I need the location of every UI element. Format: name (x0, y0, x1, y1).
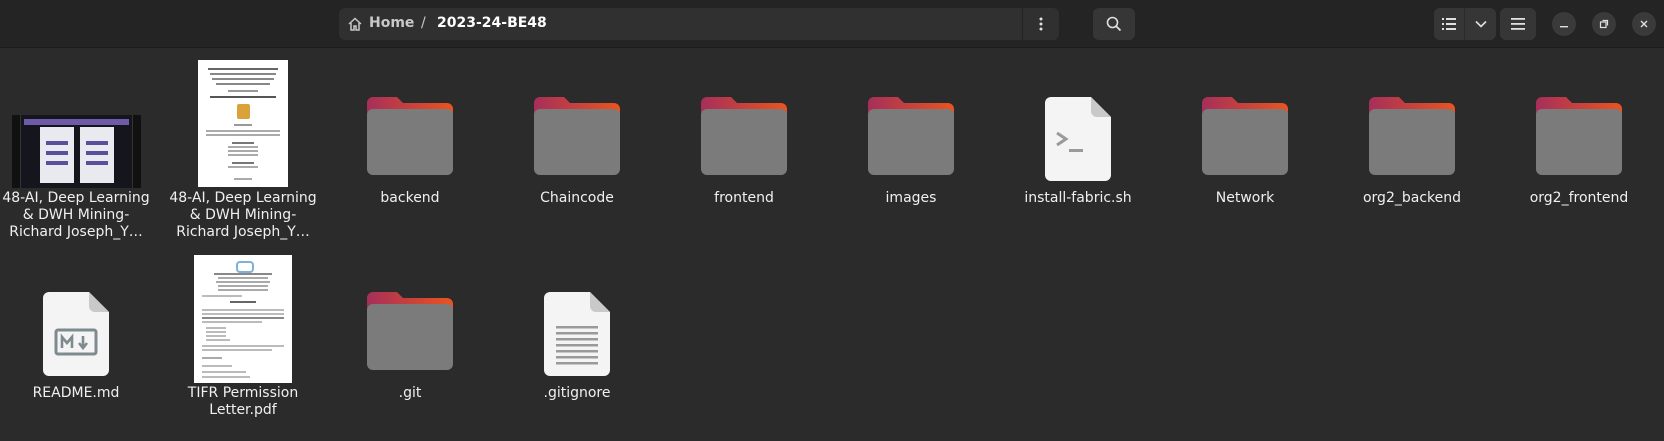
search-icon (1106, 16, 1122, 32)
path-bar[interactable]: Home / 2023-24-BE48 (339, 8, 1059, 40)
minimize-button[interactable] (1552, 12, 1576, 36)
close-button[interactable] (1632, 12, 1656, 36)
file-label-line: TIFR Permission (187, 385, 299, 401)
search-button[interactable] (1093, 8, 1135, 40)
close-icon (1640, 20, 1648, 28)
kebab-menu-icon (1039, 17, 1043, 31)
file-label: .gitignore (543, 385, 611, 401)
file-label: README.md (32, 385, 120, 401)
folder-item-org2-backend[interactable]: org2_backend (1337, 50, 1487, 210)
folder-item-chaincode[interactable]: Chaincode (502, 50, 652, 210)
file-label: install-fabric.sh (1024, 190, 1132, 206)
file-item-tifr-letter[interactable]: TIFR Permission Letter.pdf (168, 245, 318, 418)
file-label: org2_backend (1362, 190, 1461, 206)
pdf-thumbnail (194, 255, 292, 383)
folder-icon (1536, 97, 1622, 175)
file-label-line: & DWH Mining- (22, 207, 130, 223)
file-label: TIFR Permission Letter.pdf (168, 385, 318, 419)
pdf-thumbnail (198, 60, 288, 187)
file-label-line: & DWH Mining- (189, 207, 297, 223)
folder-item-images[interactable]: images (836, 50, 986, 210)
breadcrumb-home[interactable]: Home (369, 15, 414, 31)
file-label: 48-AI, Deep Learning & DWH Mining- Richa… (168, 190, 318, 241)
folder-item-backend[interactable]: backend (335, 50, 485, 210)
terminal-script-icon (1045, 97, 1111, 181)
folder-icon (701, 97, 787, 175)
folder-icon (1369, 97, 1455, 175)
file-label: images (885, 190, 937, 206)
file-label: backend (380, 190, 440, 206)
file-label-line: Richard Joseph_Y… (9, 224, 143, 240)
folder-item-frontend[interactable]: frontend (669, 50, 819, 210)
list-view-button[interactable] (1434, 8, 1464, 40)
file-label: Chaincode (540, 190, 614, 206)
folder-icon (367, 292, 453, 370)
breadcrumb-current-folder[interactable]: 2023-24-BE48 (437, 15, 547, 31)
file-item-pdf[interactable]: 48-AI, Deep Learning & DWH Mining- Richa… (168, 50, 318, 250)
folder-icon (534, 97, 620, 175)
folder-icon (367, 97, 453, 175)
minimize-icon (1560, 26, 1568, 28)
text-file-icon (544, 292, 610, 376)
folder-icon (868, 97, 954, 175)
video-thumbnail (12, 115, 141, 188)
header-bar: Home / 2023-24-BE48 (0, 0, 1664, 48)
main-menu-button[interactable] (1500, 8, 1536, 40)
file-label: org2_frontend (1529, 190, 1629, 206)
file-item-video[interactable]: 48-AI, Deep Learning & DWH Mining- Richa… (1, 50, 151, 250)
folder-icon (1202, 97, 1288, 175)
hamburger-icon (1511, 18, 1525, 30)
view-switcher[interactable] (1434, 8, 1496, 40)
file-label-line: 48-AI, Deep Learning (2, 190, 150, 206)
file-label: 48-AI, Deep Learning & DWH Mining- Richa… (1, 190, 151, 241)
maximize-button[interactable] (1592, 12, 1616, 36)
file-label: .git (398, 385, 422, 401)
file-label-line: 48-AI, Deep Learning (169, 190, 317, 206)
home-icon[interactable] (347, 16, 363, 36)
file-item-readme[interactable]: README.md (1, 245, 151, 415)
file-label-line: Letter.pdf (209, 402, 277, 418)
view-options-dropdown[interactable] (1464, 8, 1496, 40)
file-label-line: Richard Joseph_Y… (176, 224, 310, 240)
markdown-file-icon (43, 292, 109, 376)
file-label: Network (1215, 190, 1275, 206)
breadcrumb-separator: / (421, 15, 426, 31)
folder-item-network[interactable]: Network (1170, 50, 1320, 210)
folder-item-git[interactable]: .git (335, 245, 485, 415)
list-view-icon (1442, 18, 1456, 30)
file-label: frontend (714, 190, 774, 206)
maximize-icon (1599, 19, 1609, 29)
chevron-down-icon (1474, 20, 1487, 28)
path-menu-button[interactable] (1022, 8, 1059, 40)
file-item-install-script[interactable]: install-fabric.sh (1003, 50, 1153, 210)
file-item-gitignore[interactable]: .gitignore (502, 245, 652, 415)
folder-item-org2-frontend[interactable]: org2_frontend (1504, 50, 1654, 210)
